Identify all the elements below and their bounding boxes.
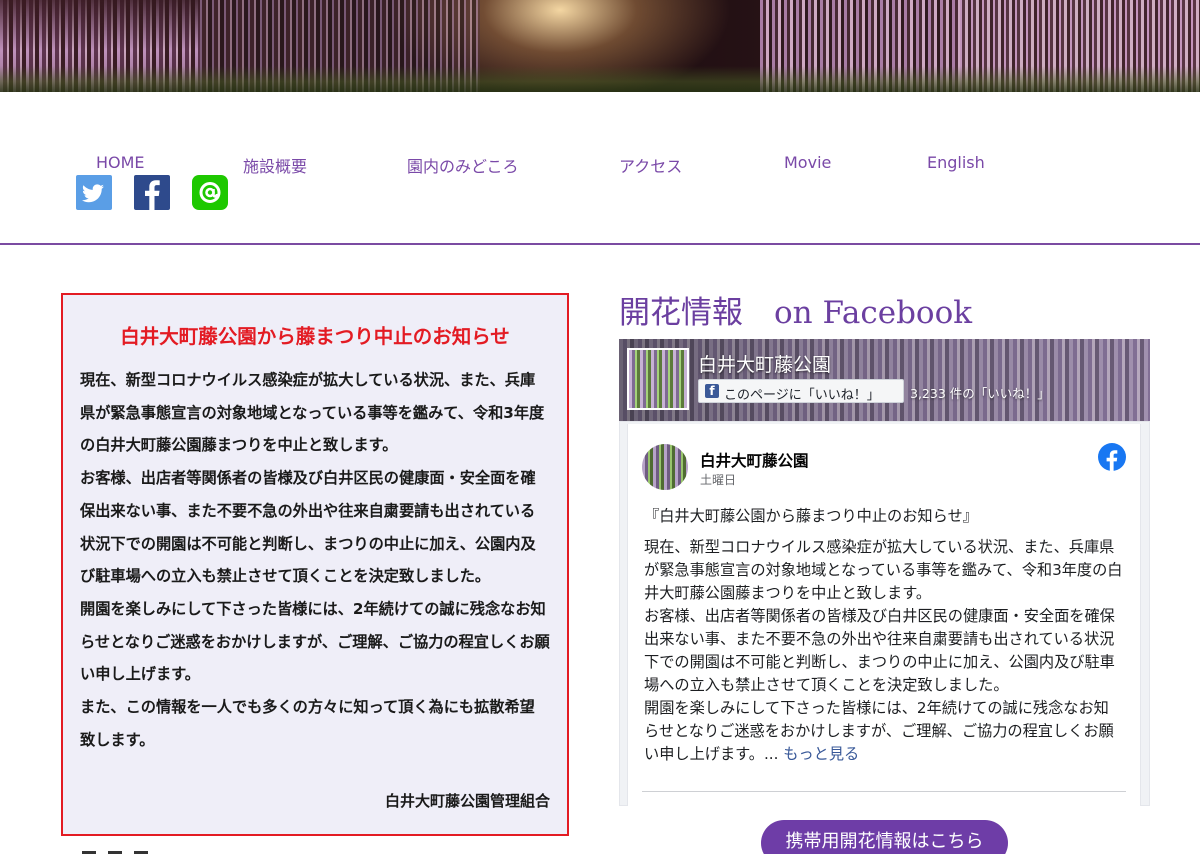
facebook-post-paragraph: 開園を楽しみにして下さった皆様には、2年続けての誠に残念なお知らせとなりご迷惑を…: [644, 697, 1124, 766]
nav-facility[interactable]: 施設概要: [243, 153, 307, 177]
notice-paragraph: 現在、新型コロナウイルス感染症が拡大している状況、また、兵庫県が緊急事態宣言の対…: [80, 371, 545, 455]
notice-title: 白井大町藤公園から藤まつり中止のお知らせ: [120, 325, 510, 348]
twitter-icon[interactable]: [76, 175, 112, 210]
nav-movie[interactable]: Movie: [784, 153, 831, 172]
facebook-like-button[interactable]: f このページに「いいね！」: [698, 379, 904, 403]
mobile-bloom-info-button[interactable]: 携帯用開花情報はこちら: [761, 820, 1008, 854]
facebook-post-author[interactable]: 白井大町藤公園: [700, 449, 809, 471]
nav-highlights[interactable]: 園内のみどころ: [407, 153, 519, 177]
facebook-post-body: 『白井大町藤公園から藤まつり中止のお知らせ』 現在、新型コロナウイルス感染症が拡…: [644, 505, 1124, 766]
header-banner-image: [0, 0, 1200, 92]
facebook-post-title: 『白井大町藤公園から藤まつり中止のお知らせ』: [644, 507, 978, 525]
facebook-like-label: このページに「いいね！」: [724, 388, 880, 403]
see-more-link[interactable]: もっと見る: [783, 745, 859, 763]
notice-paragraph: お客様、出店者等関係者の皆様及び白井区民の健康面・安全面を確保出来ない事、また不…: [80, 469, 536, 586]
notice-body: 現在、新型コロナウイルス感染症が拡大している状況、また、兵庫県が緊急事態宣言の対…: [80, 364, 550, 756]
facebook-post-paragraph: お客様、出店者等関係者の皆様及び白井区民の健康面・安全面を確保出来ない事、また不…: [644, 607, 1115, 694]
facebook-page-name[interactable]: 白井大町藤公園: [698, 350, 831, 377]
facebook-post-avatar[interactable]: [642, 444, 688, 490]
foliage-shade: [0, 66, 1200, 92]
nav-divider: [0, 243, 1200, 245]
facebook-section-heading: 開花情報 on Facebook: [619, 295, 973, 331]
nav-access[interactable]: アクセス: [619, 153, 682, 177]
facebook-logo-icon[interactable]: [1098, 443, 1126, 471]
facebook-post-divider: [642, 791, 1126, 792]
notice-signature: 白井大町藤公園管理組合: [384, 792, 550, 810]
facebook-page-thumbnail[interactable]: [627, 348, 689, 410]
cropped-heading-fragment: [82, 846, 172, 854]
nav-english[interactable]: English: [927, 153, 985, 172]
facebook-post-paragraph-text: 開園を楽しみにして下さった皆様には、2年続けての誠に残念なお知らせとなりご迷惑を…: [644, 699, 1114, 763]
notice-paragraph: また、この情報を一人でも多くの方々に知って頂く為にも拡散希望致します。: [80, 698, 535, 749]
facebook-small-icon: f: [705, 384, 719, 398]
facebook-like-count: 3,233 件の「いいね！」: [910, 386, 1050, 401]
line-icon[interactable]: [192, 175, 228, 210]
nav-home[interactable]: HOME: [96, 153, 145, 172]
facebook-post-paragraph: 現在、新型コロナウイルス感染症が拡大している状況、また、兵庫県が緊急事態宣言の対…: [644, 538, 1123, 602]
facebook-post-date[interactable]: 土曜日: [700, 471, 736, 488]
facebook-icon[interactable]: [134, 175, 170, 210]
notice-paragraph: 開園を楽しみにして下さった皆様には、2年続けての誠に残念なお知らせとなりご迷惑を…: [80, 599, 550, 684]
page: HOME 施設概要 園内のみどころ アクセス Movie English 白井大…: [0, 0, 1200, 854]
